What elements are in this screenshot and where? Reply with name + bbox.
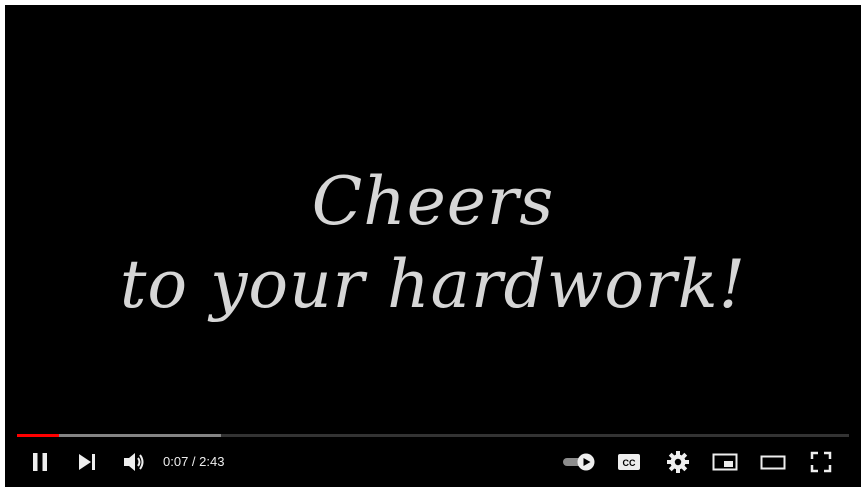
captions-button[interactable]: CC (611, 442, 647, 482)
gear-icon (667, 451, 689, 473)
autoplay-toggle[interactable] (558, 442, 602, 482)
video-player[interactable]: Cheers to your hardwork! 0:07 / 2:43 CC (5, 5, 861, 487)
miniplayer-button[interactable] (707, 442, 743, 482)
progress-played (17, 434, 59, 437)
next-button[interactable] (69, 442, 105, 482)
theater-mode-icon (760, 455, 786, 470)
time-current: 0:07 (163, 454, 189, 469)
volume-icon (124, 453, 144, 471)
time-separator: / (188, 454, 200, 469)
fullscreen-button[interactable] (803, 442, 839, 482)
miniplayer-icon (712, 453, 738, 471)
pause-button[interactable] (22, 442, 58, 482)
captions-icon: CC (618, 454, 640, 470)
svg-text:CC: CC (623, 458, 636, 468)
video-caption-line-2: to your hardwork! (119, 246, 747, 323)
volume-button[interactable] (116, 442, 152, 482)
player-controls: 0:07 / 2:43 CC (5, 442, 861, 482)
pause-icon (33, 453, 47, 471)
time-duration: 2:43 (199, 454, 225, 469)
video-caption-line-1: Cheers (311, 163, 555, 240)
next-icon (79, 454, 95, 470)
time-display: 0:07 / 2:43 (163, 442, 224, 482)
autoplay-toggle-icon (563, 453, 595, 471)
progress-bar[interactable] (17, 434, 849, 437)
fullscreen-icon (810, 451, 832, 473)
settings-button[interactable] (660, 442, 696, 482)
theater-mode-button[interactable] (755, 442, 791, 482)
